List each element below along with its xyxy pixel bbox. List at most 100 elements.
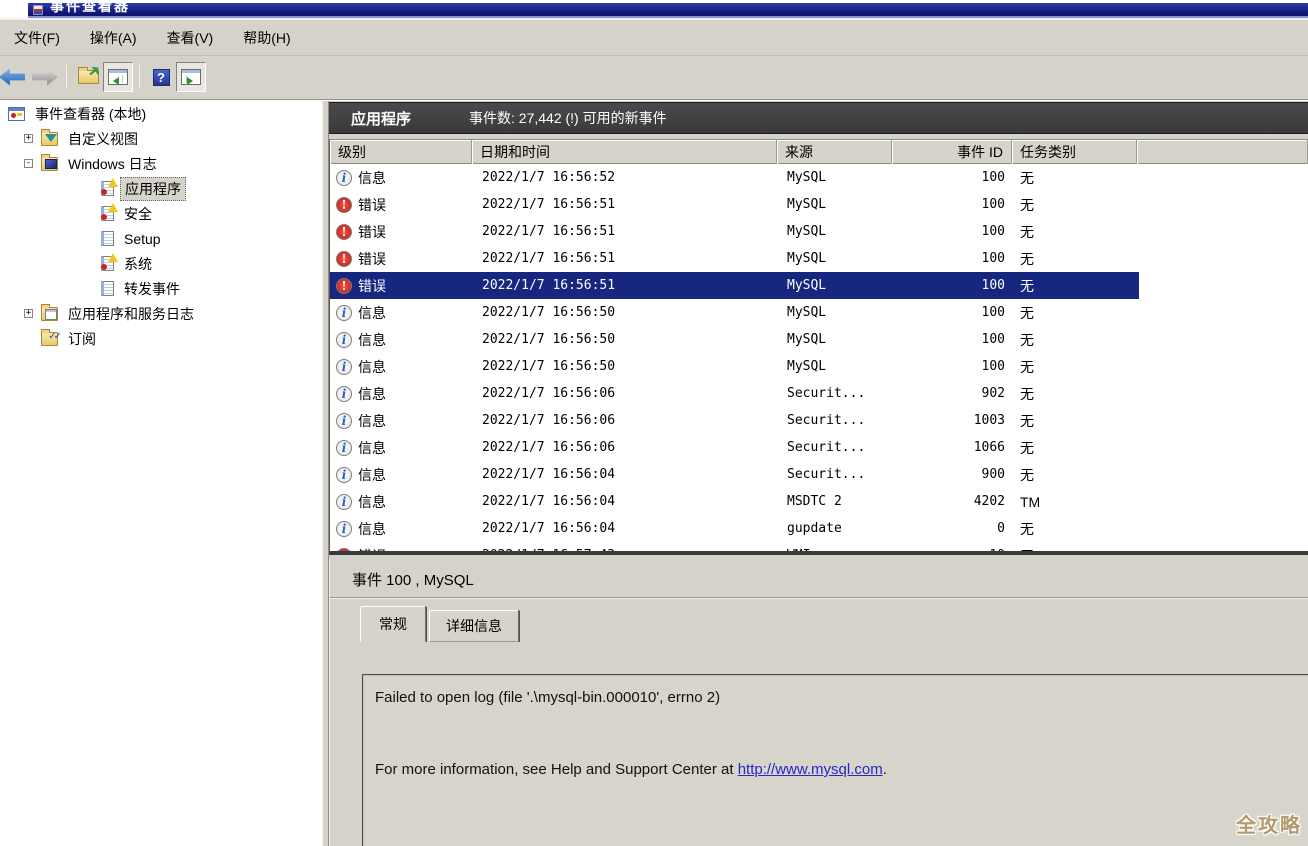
open-saved-log-button[interactable] [73,62,103,92]
table-row[interactable]: 错误 2022/1/7 16:56:51 MySQL 100 无 [330,245,1308,272]
back-arrow-icon [0,69,25,86]
tree-expander[interactable]: + [24,309,33,318]
row-level: 信息 [336,434,466,461]
row-level: 错误 [336,218,466,245]
preview-title: 事件 100 , MySQL [352,569,474,590]
console-tree-toggle-button[interactable] [103,62,133,92]
tree-item[interactable]: 系统 [0,251,322,276]
table-row[interactable]: 信息 2022/1/7 16:56:04 Securit... 900 无 [330,461,1308,488]
action-pane-toggle-button[interactable] [176,62,206,92]
tree-item[interactable]: + 自定义视图 [0,126,322,151]
row-source: Securit... [787,461,865,488]
table-row[interactable]: 信息 2022/1/7 16:56:50 MySQL 100 无 [330,326,1308,353]
table-row[interactable]: 信息 2022/1/7 16:56:06 Securit... 1066 无 [330,434,1308,461]
tree-item-icon [101,206,114,221]
event-message-line1: Failed to open log (file '.\mysql-bin.00… [375,689,720,706]
window-titlebar: 事件查看器 [28,3,1308,16]
help-icon: ? [153,69,170,86]
row-datetime: 2022/1/7 16:56:51 [482,218,615,245]
row-datetime: 2022/1/7 16:56:51 [482,245,615,272]
table-row[interactable]: 错误 2022/1/7 16:56:51 MySQL 100 无 [330,272,1308,299]
event-viewer-icon [8,107,25,121]
panel-splitter[interactable] [322,101,329,846]
tree-root[interactable]: 事件查看器 (本地) [0,101,322,126]
menu-action[interactable]: 操作(A) [80,24,147,52]
level-label: 错误 [358,249,386,269]
tree-item-label: 转发事件 [120,278,184,300]
menu-help[interactable]: 帮助(H) [233,24,300,52]
row-source: MSDTC 2 [787,488,842,515]
tree-expander[interactable]: + [24,134,33,143]
help-button[interactable]: ? [146,62,176,92]
event-message-box: Failed to open log (file '.\mysql-bin.00… [362,674,1308,846]
mysql-support-link[interactable]: http://www.mysql.com [738,761,883,778]
table-row[interactable]: 信息 2022/1/7 16:56:50 MySQL 100 无 [330,299,1308,326]
level-icon [336,548,352,553]
row-source: Securit... [787,407,865,434]
tree-item-label: 安全 [120,203,156,225]
column-event-id[interactable]: 事件 ID [892,140,1012,164]
level-icon [336,440,352,456]
level-icon [336,467,352,483]
row-datetime: 2022/1/7 16:56:04 [482,515,615,542]
forward-button[interactable] [30,62,60,92]
level-label: 信息 [358,330,386,350]
tree-item[interactable]: 订阅 [0,326,322,351]
event-rows: 信息 2022/1/7 16:56:52 MySQL 100 无 错误 2022… [330,164,1308,552]
tree-expander[interactable]: - [24,159,33,168]
tree-item[interactable]: 应用程序 [0,176,322,201]
table-row[interactable]: 信息 2022/1/7 16:56:50 MySQL 100 无 [330,353,1308,380]
tree-item-label: Windows 日志 [64,153,161,175]
table-row[interactable]: 错误 2022/1/7 16:57:43 WMI 10 无 [330,542,1308,552]
event-message-line2: For more information, see Help and Suppo… [375,761,887,778]
show-console-tree-icon [108,69,128,85]
row-task: 无 [1020,245,1034,272]
tree-item-label: 自定义视图 [64,128,142,150]
row-level: 信息 [336,326,466,353]
column-datetime[interactable]: 日期和时间 [472,140,777,164]
table-row[interactable]: 错误 2022/1/7 16:56:51 MySQL 100 无 [330,218,1308,245]
back-button[interactable] [0,62,30,92]
table-row[interactable]: 信息 2022/1/7 16:56:04 gupdate 0 无 [330,515,1308,542]
menu-view[interactable]: 查看(V) [157,24,224,52]
tree-item[interactable]: - Windows 日志 [0,151,322,176]
row-level: 错误 [336,272,466,299]
row-datetime: 2022/1/7 16:56:52 [482,164,615,191]
row-task: 无 [1020,326,1034,353]
table-row[interactable]: 错误 2022/1/7 16:56:51 MySQL 100 无 [330,191,1308,218]
column-filler [1137,140,1308,164]
row-event-id: 10 [892,542,1005,552]
console-tree-panel: 事件查看器 (本地) + 自定义视图 - Windows 日志 应用程序 安全 … [0,101,322,846]
row-level: 错误 [336,542,466,552]
tab-details[interactable]: 详细信息 [429,610,519,642]
tree-item[interactable]: Setup [0,226,322,251]
watermark: 全攻略 [1236,809,1302,838]
tree-item[interactable]: 转发事件 [0,276,322,301]
tab-general[interactable]: 常规 [360,606,426,642]
table-row[interactable]: 信息 2022/1/7 16:56:52 MySQL 100 无 [330,164,1308,191]
column-level[interactable]: 级别 [330,140,472,164]
toolbar: ? [0,56,1308,98]
tree-item[interactable]: + 应用程序和服务日志 [0,301,322,326]
row-level: 信息 [336,164,466,191]
level-label: 错误 [358,222,386,242]
tree-item[interactable]: 安全 [0,201,322,226]
level-icon [336,359,352,375]
row-event-id: 100 [892,272,1005,299]
tree-item-icon [41,132,58,146]
row-datetime: 2022/1/7 16:56:50 [482,326,615,353]
row-source: MySQL [787,245,826,272]
menu-bar: 文件(F) 操作(A) 查看(V) 帮助(H) [0,20,1308,56]
table-row[interactable]: 信息 2022/1/7 16:56:06 Securit... 1003 无 [330,407,1308,434]
row-task: 无 [1020,380,1034,407]
menu-file[interactable]: 文件(F) [4,24,70,52]
column-source[interactable]: 来源 [777,140,892,164]
level-icon [336,494,352,510]
main-panel: 应用程序 事件数: 27,442 (!) 可用的新事件 级别 日期和时间 来源 … [329,101,1308,846]
table-row[interactable]: 信息 2022/1/7 16:56:04 MSDTC 2 4202 TM [330,488,1308,515]
table-row[interactable]: 信息 2022/1/7 16:56:06 Securit... 902 无 [330,380,1308,407]
tree-item-label: 系统 [120,253,156,275]
row-event-id: 100 [892,353,1005,380]
preview-pane: 事件 100 , MySQL 常规 详细信息 Failed to open lo… [329,559,1308,846]
column-task-category[interactable]: 任务类别 [1012,140,1137,164]
